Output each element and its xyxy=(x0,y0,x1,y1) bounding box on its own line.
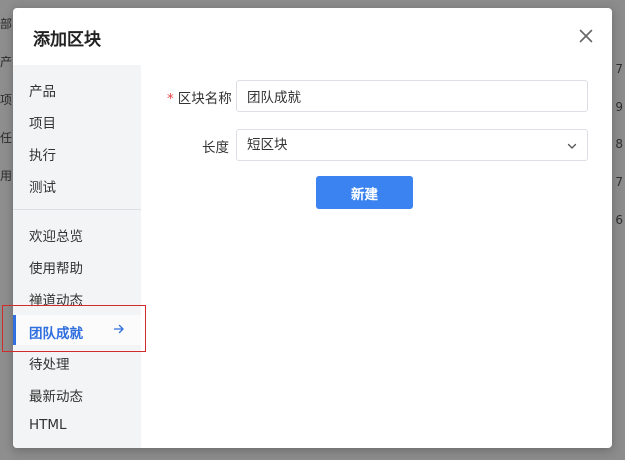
required-mark: * xyxy=(167,91,174,107)
length-select[interactable]: 短区块 xyxy=(236,129,588,161)
sidebar-item-label: 产品 xyxy=(29,84,56,100)
block-name-label: * 区块名称 xyxy=(167,87,232,107)
close-icon xyxy=(579,29,593,43)
sidebar-item-test[interactable]: 测试 xyxy=(13,169,141,199)
sidebar-item-label: 欢迎总览 xyxy=(29,229,83,245)
sidebar-item-project[interactable]: 项目 xyxy=(13,105,141,135)
sidebar-item-label: 最新动态 xyxy=(29,389,83,405)
dialog-header: 添加区块 xyxy=(13,8,612,65)
background-text: 产 xyxy=(0,55,13,69)
sidebar-item-label: 使用帮助 xyxy=(29,261,83,277)
background-number: 6 xyxy=(615,213,623,227)
block-name-input[interactable] xyxy=(236,80,588,112)
highlight-annotation xyxy=(2,305,146,352)
sidebar-item-label: 执行 xyxy=(29,148,56,164)
block-name-label-text: 区块名称 xyxy=(177,91,232,107)
sidebar-item-label: 待处理 xyxy=(29,357,70,373)
create-button[interactable]: 新建 xyxy=(316,176,413,209)
background-left-panel: 部门 产 项 任 用 xyxy=(0,0,24,460)
background-right-panel: 7 9 8 7 6 xyxy=(613,0,625,460)
sidebar-item-label: 测试 xyxy=(29,180,56,196)
block-type-sidebar: 产品 项目 执行 测试 欢迎总览 使用帮助 禅道动态 团队成就 待处理 最新动态… xyxy=(13,65,141,448)
add-block-dialog: 添加区块 产品 项目 执行 测试 欢迎总览 使用帮助 禅道动态 团队成就 待处理… xyxy=(13,8,612,448)
close-button[interactable] xyxy=(574,24,598,48)
background-text: 任 xyxy=(0,131,13,145)
background-number: 9 xyxy=(615,100,623,114)
sidebar-divider xyxy=(13,209,141,210)
sidebar-item-execution[interactable]: 执行 xyxy=(13,137,141,167)
sidebar-item-help[interactable]: 使用帮助 xyxy=(13,250,141,280)
background-text: 用 xyxy=(0,169,13,183)
sidebar-item-label: 项目 xyxy=(29,116,56,132)
background-number: 8 xyxy=(615,137,623,151)
length-select-value: 短区块 xyxy=(247,137,288,153)
sidebar-item-html[interactable]: HTML xyxy=(13,410,141,440)
background-text: 项 xyxy=(0,93,13,107)
length-label: 长度 xyxy=(202,140,229,156)
sidebar-item-latest-dynamic[interactable]: 最新动态 xyxy=(13,378,141,408)
background-number: 7 xyxy=(615,175,623,189)
background-number: 7 xyxy=(615,62,623,76)
chevron-down-icon xyxy=(567,143,577,149)
dialog-title: 添加区块 xyxy=(33,30,101,50)
sidebar-item-welcome[interactable]: 欢迎总览 xyxy=(13,218,141,248)
sidebar-item-product[interactable]: 产品 xyxy=(13,73,141,103)
sidebar-item-label: HTML xyxy=(29,417,67,433)
